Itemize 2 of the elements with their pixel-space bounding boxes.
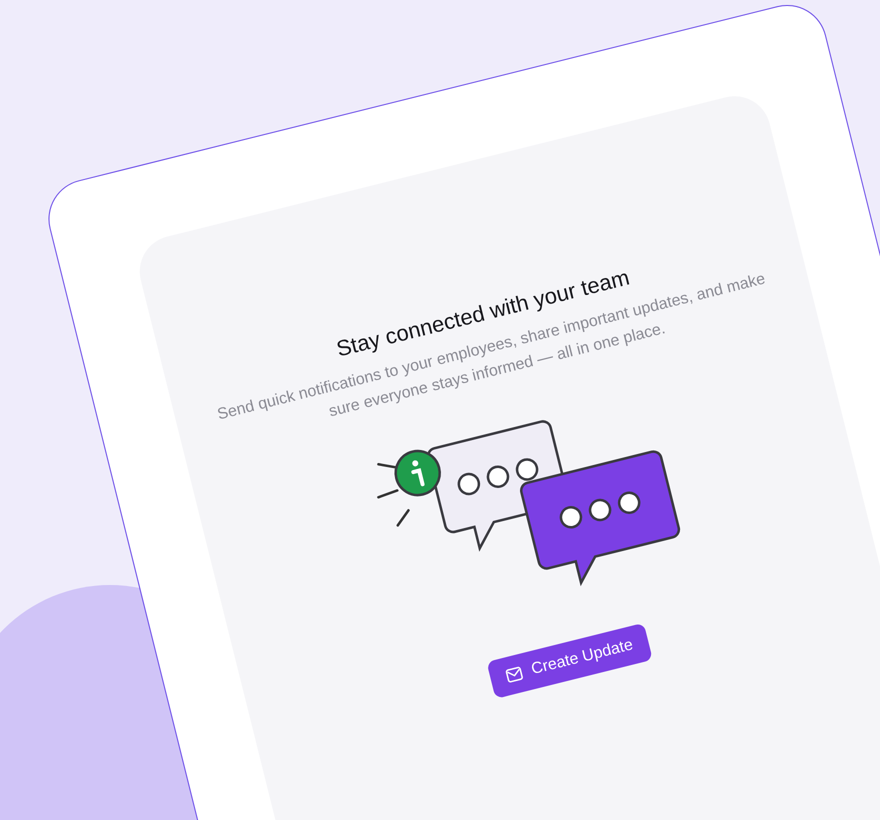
create-update-button[interactable]: Create Update bbox=[486, 622, 653, 699]
envelope-icon bbox=[504, 666, 524, 684]
